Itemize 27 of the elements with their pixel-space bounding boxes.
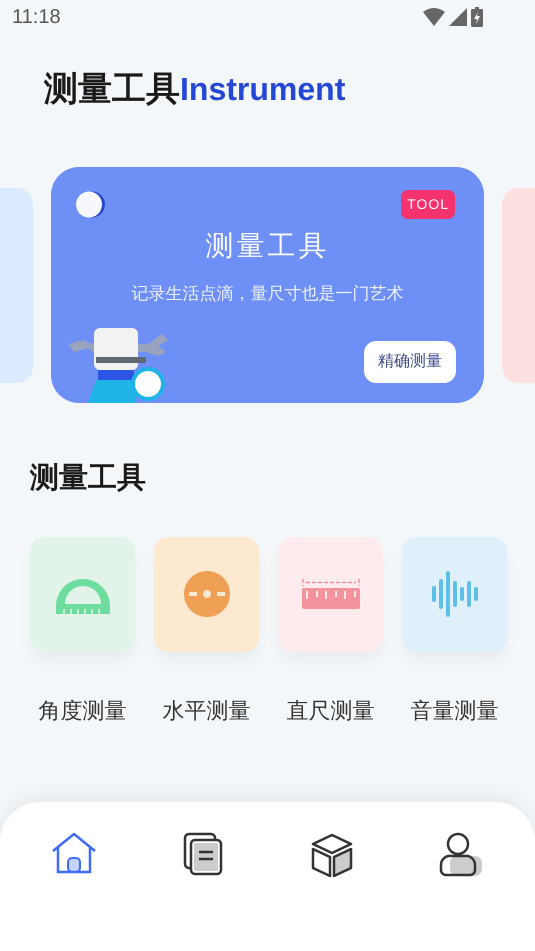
- section-title: 测量工具: [30, 462, 146, 494]
- tool-tile[interactable]: [278, 536, 383, 652]
- ruler-icon: [302, 579, 360, 609]
- wifi-icon: [423, 8, 445, 26]
- home-icon: [51, 832, 98, 874]
- signal-icon: [449, 8, 467, 26]
- sound-wave-icon: [432, 571, 478, 617]
- documents-icon: [183, 832, 224, 876]
- tool-tile[interactable]: [402, 536, 507, 652]
- battery-icon: [471, 7, 483, 27]
- circle-icon: [76, 191, 107, 218]
- page-subtitle: Instrument: [180, 70, 346, 109]
- status-time: 11:18: [12, 5, 61, 30]
- tool-tile[interactable]: [30, 536, 135, 652]
- tool-label: 水平测量: [162, 696, 250, 724]
- tool-label: 音量测量: [410, 696, 498, 724]
- person-icon: [438, 832, 483, 878]
- page-title: 测量工具: [44, 69, 180, 110]
- banner-description: 记录生活点滴，量尺寸也是一门艺术: [132, 283, 404, 305]
- tag-badge: TOOL: [401, 190, 455, 219]
- measure-button[interactable]: 精确测量: [364, 341, 456, 383]
- banner-title: 测量工具: [206, 229, 330, 263]
- tool-label: 直尺测量: [286, 696, 374, 724]
- cube-icon: [308, 832, 355, 878]
- level-icon: [184, 571, 230, 617]
- tool-label: 角度测量: [38, 696, 126, 724]
- tool-tile[interactable]: [154, 536, 259, 652]
